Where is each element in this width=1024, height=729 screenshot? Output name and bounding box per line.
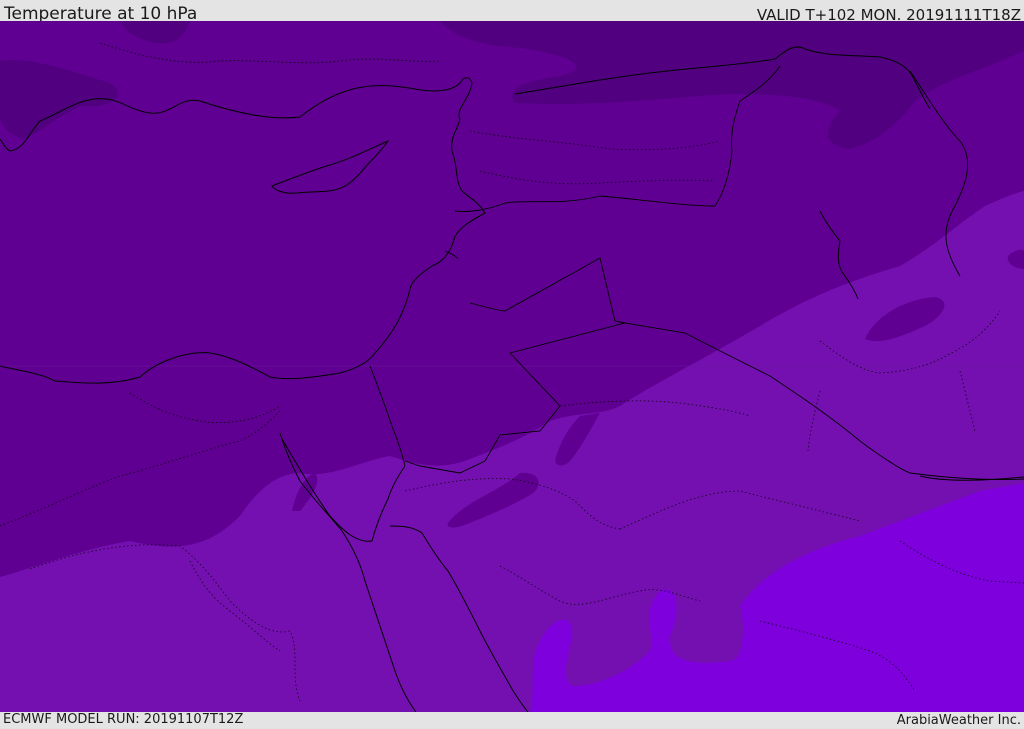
temperature-map: [0, 21, 1024, 712]
credit-label: ArabiaWeather Inc.: [896, 713, 1021, 728]
model-run-label: ECMWF MODEL RUN: 20191107T12Z: [3, 712, 244, 727]
header-bar: Temperature at 10 hPa VALID T+102 MON. 2…: [0, 0, 1024, 24]
footer-bar: ECMWF MODEL RUN: 20191107T12Z ArabiaWeat…: [0, 712, 1024, 729]
